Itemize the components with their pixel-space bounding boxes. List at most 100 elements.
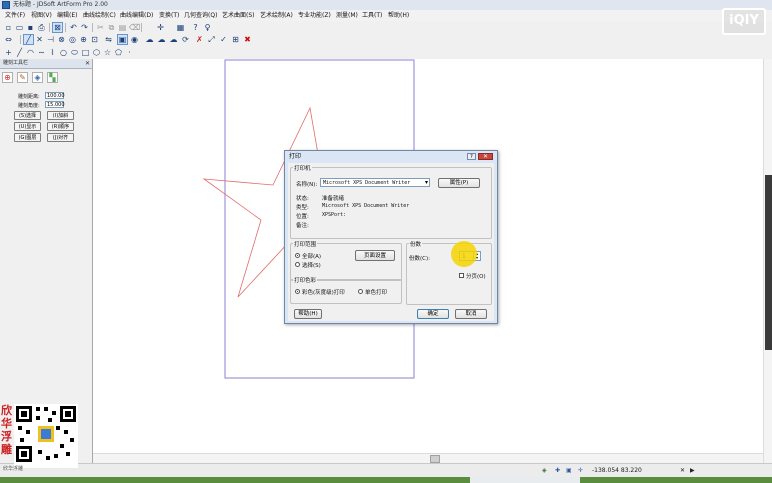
menu-geometry-query[interactable]: 几何查询(Q): [184, 10, 217, 21]
surface3-icon[interactable]: ☁: [169, 35, 178, 44]
location-label: 位置:: [296, 214, 309, 220]
help-icon[interactable]: ?: [467, 153, 476, 160]
paste-icon[interactable]: ▤: [118, 23, 127, 32]
delete-icon[interactable]: ⌫: [129, 23, 140, 32]
carve-tool-icon[interactable]: ✎: [17, 72, 28, 83]
page-setup-button[interactable]: 页面设置: [355, 250, 395, 261]
menu-measure[interactable]: 测量(M): [336, 10, 358, 21]
undo-icon[interactable]: ↶: [69, 23, 78, 32]
bulb-icon[interactable]: ♀: [203, 23, 212, 32]
order-button[interactable]: (R)顺序: [47, 122, 74, 131]
help-button[interactable]: 帮助(H): [294, 309, 322, 319]
pan-icon[interactable]: ⇔: [4, 35, 13, 44]
menu-art-surface[interactable]: 艺术曲面(S): [222, 10, 255, 21]
ok-button[interactable]: 确定: [417, 309, 449, 319]
menu-professional[interactable]: 专业功能(Z): [298, 10, 331, 21]
close-icon[interactable]: ✕: [478, 153, 493, 160]
mirror-icon[interactable]: ⇋: [104, 35, 113, 44]
node-icon[interactable]: ◉: [130, 35, 139, 44]
mode-icon[interactable]: ✕: [680, 464, 685, 478]
point-icon[interactable]: +: [4, 48, 13, 57]
arc-icon[interactable]: ◠: [26, 48, 35, 57]
circle-snap-icon[interactable]: ◎: [68, 35, 77, 44]
menu-edit[interactable]: 编辑(E): [57, 10, 77, 21]
new-file-icon[interactable]: ▫: [4, 23, 13, 32]
distance-input[interactable]: 100.00: [45, 92, 65, 99]
rectangle-icon[interactable]: □: [81, 48, 90, 57]
redo-icon[interactable]: ↷: [80, 23, 89, 32]
snap-icon[interactable]: ◈: [542, 464, 547, 478]
panel-close-icon[interactable]: ✕: [85, 59, 90, 68]
relief-tool-icon[interactable]: ◈: [32, 72, 43, 83]
bezier-icon[interactable]: ⌇: [48, 48, 57, 57]
status-value: 准备就绪: [322, 196, 345, 202]
save-icon[interactable]: ▪: [26, 23, 35, 32]
pentagon-icon[interactable]: ⬠: [114, 48, 123, 57]
ellipse-icon[interactable]: ⬭: [70, 48, 79, 57]
menu-file[interactable]: 文件(F): [5, 10, 25, 21]
menu-view[interactable]: 视图(V): [31, 10, 52, 21]
cut-icon[interactable]: ✂: [96, 23, 105, 32]
cancel-button[interactable]: 取消: [455, 309, 487, 319]
spline-icon[interactable]: ∼: [37, 48, 46, 57]
window-icon[interactable]: ⊠: [52, 22, 63, 33]
rotate-icon[interactable]: ⟳: [181, 35, 190, 44]
target-tool-icon[interactable]: ⊕: [2, 72, 13, 83]
copy-icon[interactable]: ⧉: [107, 23, 116, 32]
line-select-icon[interactable]: ╱: [23, 34, 34, 45]
align-button[interactable]: (J)对齐: [47, 133, 74, 142]
add-slope-button[interactable]: (I)加斜: [47, 111, 74, 120]
polygon-icon[interactable]: ⬡: [92, 48, 101, 57]
color-print-radio[interactable]: [295, 289, 300, 294]
collate-checkbox[interactable]: [459, 273, 464, 278]
printer-name-select[interactable]: Microsoft XPS Document Writer ▾: [320, 178, 430, 187]
range-select-radio[interactable]: [295, 262, 300, 267]
circle-icon[interactable]: ○: [59, 48, 68, 57]
menu-tools[interactable]: 工具(T): [362, 10, 382, 21]
ortho-icon[interactable]: ✛: [578, 464, 583, 478]
close-red-icon[interactable]: ✖: [243, 35, 252, 44]
taskbar-button[interactable]: [470, 477, 580, 483]
grid-snap-icon[interactable]: ▣: [566, 464, 572, 478]
layer-button[interactable]: (G)图层: [14, 133, 41, 142]
print-icon[interactable]: ⎙: [37, 23, 46, 32]
target-icon[interactable]: ⊗: [57, 35, 66, 44]
properties-button[interactable]: 属性(P): [438, 178, 480, 188]
range-select-label: 选择(S): [302, 263, 321, 269]
range-all-radio[interactable]: [295, 253, 300, 258]
select-button[interactable]: (S)选择: [14, 111, 41, 120]
check-icon[interactable]: ✓: [219, 35, 228, 44]
table-icon[interactable]: ⊞: [231, 35, 240, 44]
crosshair-icon[interactable]: ✛: [156, 23, 165, 32]
scale-icon[interactable]: ⤢: [207, 35, 216, 44]
surface2-icon[interactable]: ☁: [157, 35, 166, 44]
query-icon[interactable]: ?: [191, 23, 200, 32]
zoom-icon[interactable]: ⊕: [79, 35, 88, 44]
print-color-title: 打印色彩: [293, 276, 318, 284]
more-icon[interactable]: ·: [125, 48, 134, 57]
move-icon[interactable]: ✚: [555, 464, 560, 478]
line-icon[interactable]: ╱: [15, 48, 24, 57]
mono-print-radio[interactable]: [358, 289, 363, 294]
menu-transform[interactable]: 变换(T): [159, 10, 179, 21]
menu-help[interactable]: 帮助(H): [388, 10, 409, 21]
menu-curve-edit[interactable]: 曲线编辑(D): [120, 10, 153, 21]
fit-icon[interactable]: ⊡: [90, 35, 99, 44]
texture-tool-icon[interactable]: ▚: [47, 72, 58, 83]
open-folder-icon[interactable]: ▭: [15, 23, 24, 32]
extend-icon[interactable]: ⊣: [46, 35, 55, 44]
surface1-icon[interactable]: ☁: [145, 35, 154, 44]
cross-red-icon[interactable]: ✗: [195, 35, 204, 44]
horizontal-scroll-thumb[interactable]: [430, 455, 440, 463]
trim-icon[interactable]: ✕: [35, 35, 44, 44]
layer-icon[interactable]: ▦: [176, 23, 185, 32]
display-button[interactable]: (U)显示: [14, 122, 41, 131]
menu-art-draw[interactable]: 艺术绘制(A): [260, 10, 293, 21]
menu-curve-draw[interactable]: 曲线绘制(C): [83, 10, 116, 21]
angle-input[interactable]: 15.000: [45, 101, 65, 108]
vertical-scroll-thumb[interactable]: [765, 175, 772, 350]
distance-label: 雕刻距离:: [18, 94, 40, 100]
pointer-icon[interactable]: ▶: [690, 464, 695, 478]
star-icon[interactable]: ☆: [103, 48, 112, 57]
grid-icon[interactable]: ▣: [117, 34, 128, 45]
